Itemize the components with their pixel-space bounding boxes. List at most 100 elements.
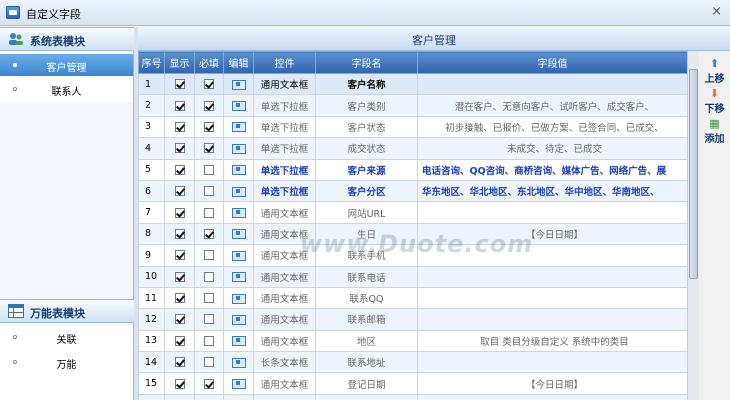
show-checkbox[interactable] [174,186,185,197]
show-cell[interactable] [164,351,195,374]
required-checkbox[interactable] [204,186,214,197]
edit-icon[interactable] [231,271,246,283]
required-cell[interactable] [194,265,224,288]
edit-icon[interactable] [231,293,246,304]
required-cell[interactable] [194,222,224,246]
edit-icon[interactable] [231,378,246,390]
table-row[interactable]: 11 通用文本框 联系QQ [138,286,687,310]
show-cell[interactable] [164,179,195,203]
show-cell[interactable] [164,115,195,139]
show-cell[interactable] [164,265,195,288]
show-checkbox[interactable] [174,335,185,346]
module-header-system[interactable]: 系统表模块 [0,27,134,51]
column-header[interactable]: 序号 [138,51,165,74]
required-checkbox[interactable] [204,378,214,389]
field-name-cell[interactable]: 登记日期 [315,372,418,395]
show-checkbox[interactable] [174,293,185,304]
show-cell[interactable] [164,94,195,117]
field-name-cell[interactable]: 网站URL [315,201,418,224]
required-checkbox[interactable] [204,143,214,154]
field-value-cell[interactable] [417,201,687,224]
table-row[interactable]: 15 通用文本框 登记日期 【今日日期】 [138,372,687,395]
required-checkbox[interactable] [204,293,214,304]
show-checkbox[interactable] [174,121,185,132]
table-row[interactable]: 1 通用文本框 客户名称 [138,72,687,96]
field-value-cell[interactable] [417,265,687,288]
field-name-cell[interactable]: 成交状态 [315,137,418,160]
required-cell[interactable] [194,201,224,224]
nav-item-customer-management[interactable]: 客户管理 [0,54,133,76]
edit-cell[interactable] [223,115,254,139]
edit-icon[interactable] [231,357,246,368]
table-row[interactable]: 12 通用文本框 联系邮箱 [138,308,687,331]
control-type-cell[interactable]: 通用文本框 [253,265,316,288]
control-type-cell[interactable]: 通用文本框 [253,72,316,96]
show-checkbox[interactable] [174,357,185,368]
edit-cell[interactable] [223,351,254,374]
edit-cell[interactable] [223,244,254,267]
table-row[interactable]: 7 通用文本框 网站URL [138,201,687,224]
edit-icon[interactable] [231,250,246,261]
field-value-cell[interactable] [417,286,687,310]
required-cell[interactable] [194,115,224,139]
field-name-cell[interactable]: 客户状态 [315,115,418,139]
required-checkbox[interactable] [204,207,214,218]
edit-icon[interactable] [231,100,246,112]
edit-cell[interactable] [223,286,254,310]
edit-icon[interactable] [231,207,246,219]
required-checkbox[interactable] [204,335,214,346]
control-type-cell[interactable]: 通用文本框 [253,329,316,353]
edit-icon[interactable] [231,314,246,325]
field-value-cell[interactable] [417,72,687,96]
edit-cell[interactable] [223,372,254,395]
show-checkbox[interactable] [174,79,185,90]
required-cell[interactable] [194,286,224,310]
nav-item-contacts[interactable]: 联系人 [0,78,133,100]
show-checkbox[interactable] [174,250,185,261]
required-cell[interactable] [194,158,224,181]
required-cell[interactable] [194,351,224,374]
required-cell[interactable] [194,94,224,117]
vertical-scrollbar[interactable] [687,51,699,400]
required-checkbox[interactable] [204,357,214,368]
show-checkbox[interactable] [174,164,185,175]
control-type-cell[interactable]: 通用文本框 [253,372,316,395]
show-cell[interactable] [164,222,195,246]
show-checkbox[interactable] [174,378,185,389]
required-checkbox[interactable] [204,228,214,239]
field-name-cell[interactable]: 回访日期 [315,393,418,400]
show-cell[interactable] [164,372,195,395]
column-header[interactable]: 显示 [164,51,195,74]
show-cell[interactable] [164,244,195,267]
show-checkbox[interactable] [174,314,185,325]
column-header[interactable]: 字段名 [315,51,418,74]
control-type-cell[interactable]: 单选下拉框 [253,158,316,181]
field-name-cell[interactable]: 联系电话 [315,265,418,288]
field-value-cell[interactable]: 取目 类目分级自定义 系统中的类目 [417,329,687,353]
required-checkbox[interactable] [204,250,214,261]
required-cell[interactable] [194,329,224,353]
scrollbar-thumb[interactable] [689,69,698,279]
table-row[interactable]: 4 单选下拉框 成交状态 未成交、待定、已成交 [138,137,687,160]
table-row[interactable]: 5 单选下拉框 客户来源 电话咨询、QQ咨询、商桥咨询、媒体广告、网络广告、展 [138,158,687,181]
required-cell[interactable] [194,179,224,203]
control-type-cell[interactable]: 通用文本框 [253,393,316,400]
edit-cell[interactable] [223,94,254,117]
required-checkbox[interactable] [204,121,214,132]
column-header[interactable]: 编辑 [223,51,254,74]
column-header[interactable]: 必填 [194,51,224,74]
edit-icon[interactable] [231,143,246,154]
field-value-cell[interactable]: 未成交、待定、已成交 [417,137,687,160]
control-type-cell[interactable]: 单选下拉框 [253,137,316,160]
required-checkbox[interactable] [204,314,214,325]
edit-icon[interactable] [231,79,246,90]
column-header[interactable]: 控件 [253,51,316,74]
edit-cell[interactable] [223,393,254,400]
required-checkbox[interactable] [204,100,214,111]
table-row[interactable]: 3 单选下拉框 客户状态 初步接触、已报价、已做方案、已签合同、已成交、 [138,115,687,139]
field-value-cell[interactable]: 华东地区、华北地区、东北地区、华中地区、华南地区、 [417,179,687,203]
add-button[interactable]: ▦ 添加 [700,117,729,149]
show-cell[interactable] [164,72,195,96]
field-value-cell[interactable] [417,351,687,374]
required-checkbox[interactable] [204,271,214,282]
